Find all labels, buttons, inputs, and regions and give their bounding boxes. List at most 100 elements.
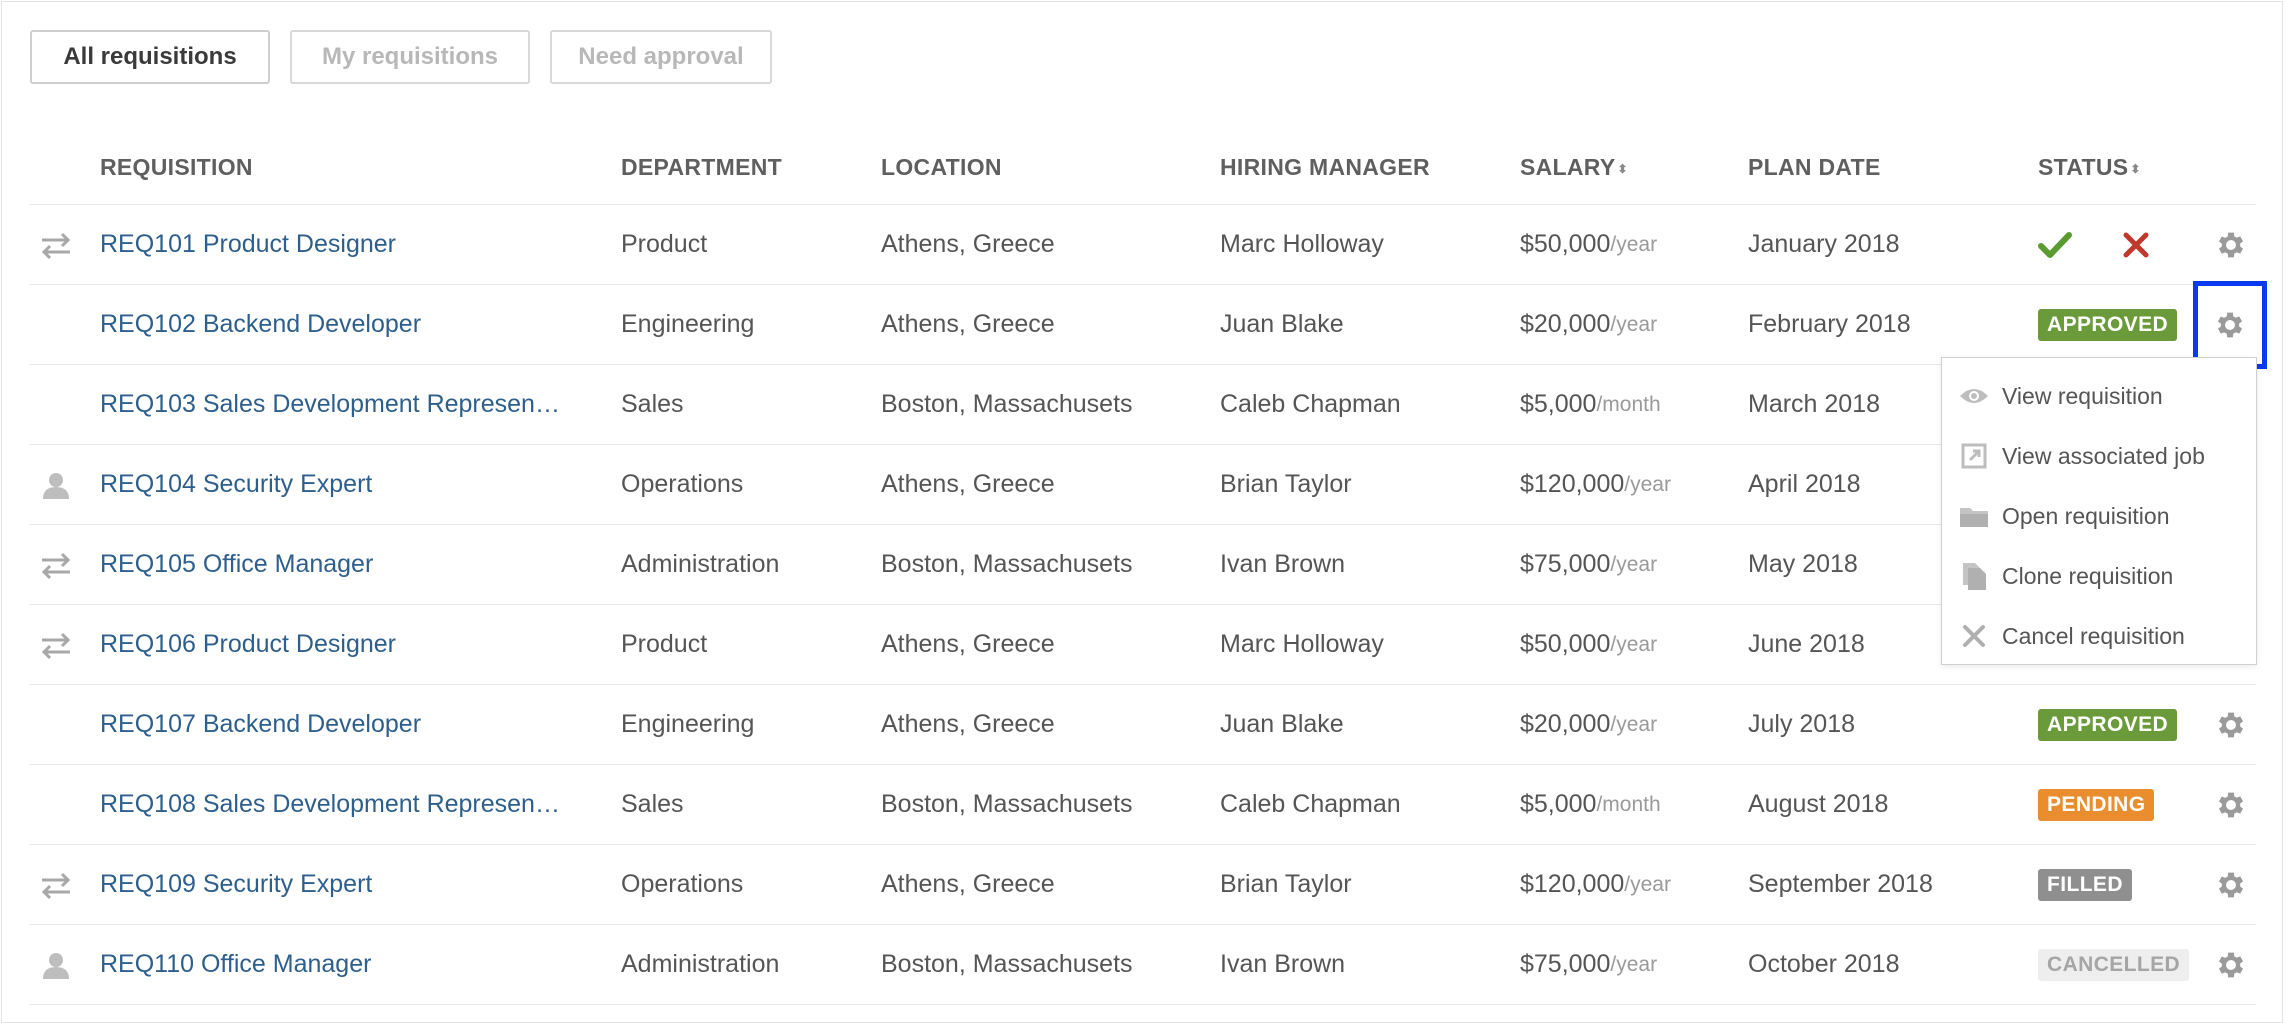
salary-amount: $50,000 <box>1520 230 1611 258</box>
department-cell: Product <box>621 230 708 258</box>
requisition-link[interactable]: REQ108 Sales Development Represen… <box>100 790 560 819</box>
menu-item-view-associated-job[interactable]: View associated job <box>1942 428 2256 484</box>
copy-icon <box>1958 561 1990 591</box>
hiring-manager-cell: Brian Taylor <box>1220 870 1352 898</box>
menu-item-cancel-requisition[interactable]: Cancel requisition <box>1942 608 2256 664</box>
location-cell: Boston, Massachusets <box>881 550 1133 578</box>
requisition-link[interactable]: REQ106 Product Designer <box>100 630 396 659</box>
column-header-salary[interactable]: SALARY ⬍ <box>1520 154 1628 181</box>
requisition-cell: REQ104 Security Expert <box>100 445 372 524</box>
row-settings-gear-icon[interactable] <box>2208 685 2254 764</box>
status-cell: CANCELLED <box>2038 925 2190 1004</box>
column-header-location[interactable]: LOCATION <box>881 154 1002 181</box>
status-badge: FILLED <box>2038 868 2132 901</box>
location-cell: Athens, Greece <box>881 230 1055 258</box>
department-cell: Operations <box>621 470 744 498</box>
requisition-cell: REQ109 Security Expert <box>100 845 372 924</box>
requisition-link[interactable]: REQ105 Office Manager <box>100 550 373 579</box>
hiring-manager-cell: Caleb Chapman <box>1220 790 1401 818</box>
row-settings-gear-icon[interactable] <box>2208 205 2254 284</box>
plan-date-cell: October 2018 <box>1748 950 1900 978</box>
salary-cell: $120,000/year <box>1520 845 1671 924</box>
requisition-link[interactable]: REQ102 Backend Developer <box>100 310 421 339</box>
menu-item-label: View requisition <box>2002 382 2163 409</box>
approve-button[interactable] <box>2038 231 2072 259</box>
table-header: REQUISITION DEPARTMENT LOCATION HIRING M… <box>30 124 2256 205</box>
table-row: REQ110 Office Manager Administration Bosto… <box>30 925 2256 1005</box>
requisition-link[interactable]: REQ109 Security Expert <box>100 870 372 899</box>
requisition-link[interactable]: REQ103 Sales Development Represen… <box>100 390 560 419</box>
column-header-plan-date[interactable]: PLAN DATE <box>1748 154 1881 181</box>
row-settings-gear-icon[interactable] <box>2193 281 2267 369</box>
salary-cell: $75,000/year <box>1520 525 1657 604</box>
table-row: REQ103 Sales Development Represen… Sales B… <box>30 365 2256 445</box>
requisition-cell: REQ102 Backend Developer <box>100 285 421 364</box>
status-actions <box>2038 205 2150 284</box>
menu-item-view-requisition[interactable]: View requisition <box>1942 368 2256 424</box>
column-header-hiring-manager[interactable]: HIRING MANAGER <box>1220 154 1430 181</box>
column-header-department[interactable]: DEPARTMENT <box>621 154 782 181</box>
hiring-manager-cell: Juan Blake <box>1220 310 1344 338</box>
salary-amount: $5,000 <box>1520 390 1597 418</box>
requisition-link[interactable]: REQ110 Office Manager <box>100 950 371 979</box>
table-row: REQ105 Office Manager Administration Bosto… <box>30 525 2256 605</box>
hiring-manager-cell: Caleb Chapman <box>1220 390 1401 418</box>
reject-button[interactable] <box>2122 231 2150 259</box>
row-settings-gear-icon[interactable] <box>2208 845 2254 924</box>
requisition-link[interactable]: REQ104 Security Expert <box>100 470 372 499</box>
status-cell: APPROVED <box>2038 285 2178 364</box>
row-settings-gear-icon[interactable] <box>2208 765 2254 844</box>
salary-unit: /year <box>1624 472 1671 496</box>
salary-cell: $5,000/month <box>1520 365 1661 444</box>
user-icon <box>36 925 76 1004</box>
requisition-link[interactable]: REQ107 Backend Developer <box>100 710 421 739</box>
status-badge: PENDING <box>2038 788 2155 821</box>
salary-amount: $5,000 <box>1520 790 1597 818</box>
column-header-requisition[interactable]: REQUISITION <box>100 154 253 181</box>
salary-cell: $20,000/year <box>1520 685 1657 764</box>
salary-cell: $20,000/year <box>1520 285 1657 364</box>
table-row: REQ106 Product Designer Product Athens, Gr… <box>30 605 2256 685</box>
salary-unit: /year <box>1610 952 1658 976</box>
menu-item-clone-requisition[interactable]: Clone requisition <box>1942 548 2256 604</box>
table-row: REQ102 Backend Developer Engineering Athen… <box>30 281 2267 369</box>
salary-unit: /year <box>1610 552 1658 576</box>
row-settings-gear-icon[interactable] <box>2208 925 2254 1004</box>
department-cell: Sales <box>621 790 684 818</box>
hiring-manager-cell: Marc Holloway <box>1220 630 1384 658</box>
sort-icon: ⬍ <box>2130 161 2141 176</box>
location-cell: Athens, Greece <box>881 310 1055 338</box>
menu-item-label: Open requisition <box>2002 502 2170 529</box>
hiring-manager-cell: Ivan Brown <box>1220 950 1346 978</box>
filter-need-approval-button[interactable]: Need approval <box>550 30 772 84</box>
location-cell: Athens, Greece <box>881 630 1055 658</box>
folder-icon <box>1958 504 1990 528</box>
column-header-status[interactable]: STATUS ⬍ <box>2038 154 2141 181</box>
menu-item-label: View associated job <box>2002 442 2205 469</box>
table-row: REQ104 Security Expert Operations Athens, … <box>30 445 2256 525</box>
location-cell: Boston, Massachusets <box>881 390 1133 418</box>
menu-item-label: Clone requisition <box>2002 562 2174 589</box>
department-cell: Engineering <box>621 310 755 338</box>
salary-cell: $50,000/year <box>1520 605 1657 684</box>
salary-cell: $5,000/month <box>1520 765 1661 844</box>
salary-unit: /year <box>1610 632 1658 656</box>
department-cell: Engineering <box>621 710 755 738</box>
eye-icon <box>1958 386 1990 406</box>
salary-amount: $120,000 <box>1520 470 1625 498</box>
transfer-icon <box>36 605 76 684</box>
salary-amount: $75,000 <box>1520 550 1611 578</box>
requisition-cell: REQ106 Product Designer <box>100 605 396 684</box>
filter-my-requisitions-button[interactable]: My requisitions <box>290 30 530 84</box>
user-icon <box>36 445 76 524</box>
department-cell: Operations <box>621 870 744 898</box>
salary-amount: $75,000 <box>1520 950 1611 978</box>
salary-unit: /year <box>1624 872 1671 896</box>
salary-cell: $120,000/year <box>1520 445 1671 524</box>
requisition-cell: REQ107 Backend Developer <box>100 685 421 764</box>
menu-item-open-requisition[interactable]: Open requisition <box>1942 488 2256 544</box>
hiring-manager-cell: Ivan Brown <box>1220 550 1346 578</box>
filter-all-requisitions-button[interactable]: All requisitions <box>30 30 270 84</box>
requisition-link[interactable]: REQ101 Product Designer <box>100 230 396 259</box>
status-badge: APPROVED <box>2038 708 2178 741</box>
